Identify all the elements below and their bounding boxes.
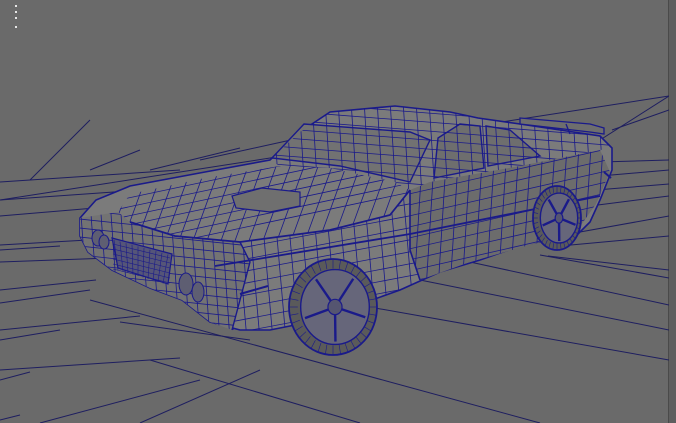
grid-line <box>595 183 669 191</box>
front-wheel[interactable] <box>288 258 378 356</box>
3d-viewport[interactable] <box>0 0 676 423</box>
grid-line <box>469 261 669 306</box>
grid-line <box>0 315 141 331</box>
headlight-right-inner <box>191 281 205 303</box>
grid-line <box>0 279 97 291</box>
grid-line <box>0 414 21 421</box>
grid-line <box>329 299 669 361</box>
grid-line <box>0 257 111 263</box>
grid-line <box>149 359 361 423</box>
grid-line <box>0 207 96 217</box>
grid-line <box>0 245 61 251</box>
headlight-right <box>178 272 194 296</box>
grid-line <box>0 289 91 304</box>
grid-line <box>39 379 201 423</box>
grid-line <box>89 149 141 171</box>
grid-line <box>547 255 669 271</box>
headlight-left-inner <box>98 234 110 250</box>
grid-line <box>539 254 669 279</box>
wheel-hub <box>554 212 564 224</box>
grid-line <box>139 369 261 423</box>
car-model-mesh[interactable] <box>60 80 620 356</box>
grid-line <box>29 119 91 181</box>
grid-line <box>0 329 61 341</box>
grid-line <box>579 215 669 233</box>
grid-line <box>149 147 241 171</box>
scene-canvas[interactable] <box>0 0 669 423</box>
grid-line <box>611 109 669 131</box>
grid-line <box>0 357 181 371</box>
grid-line <box>0 239 89 246</box>
viewport-scroll-edge[interactable] <box>669 0 676 423</box>
grid-line <box>599 95 669 141</box>
grid-line <box>0 371 31 381</box>
wheel-hub <box>327 298 343 316</box>
rear-wheel[interactable] <box>532 185 582 251</box>
